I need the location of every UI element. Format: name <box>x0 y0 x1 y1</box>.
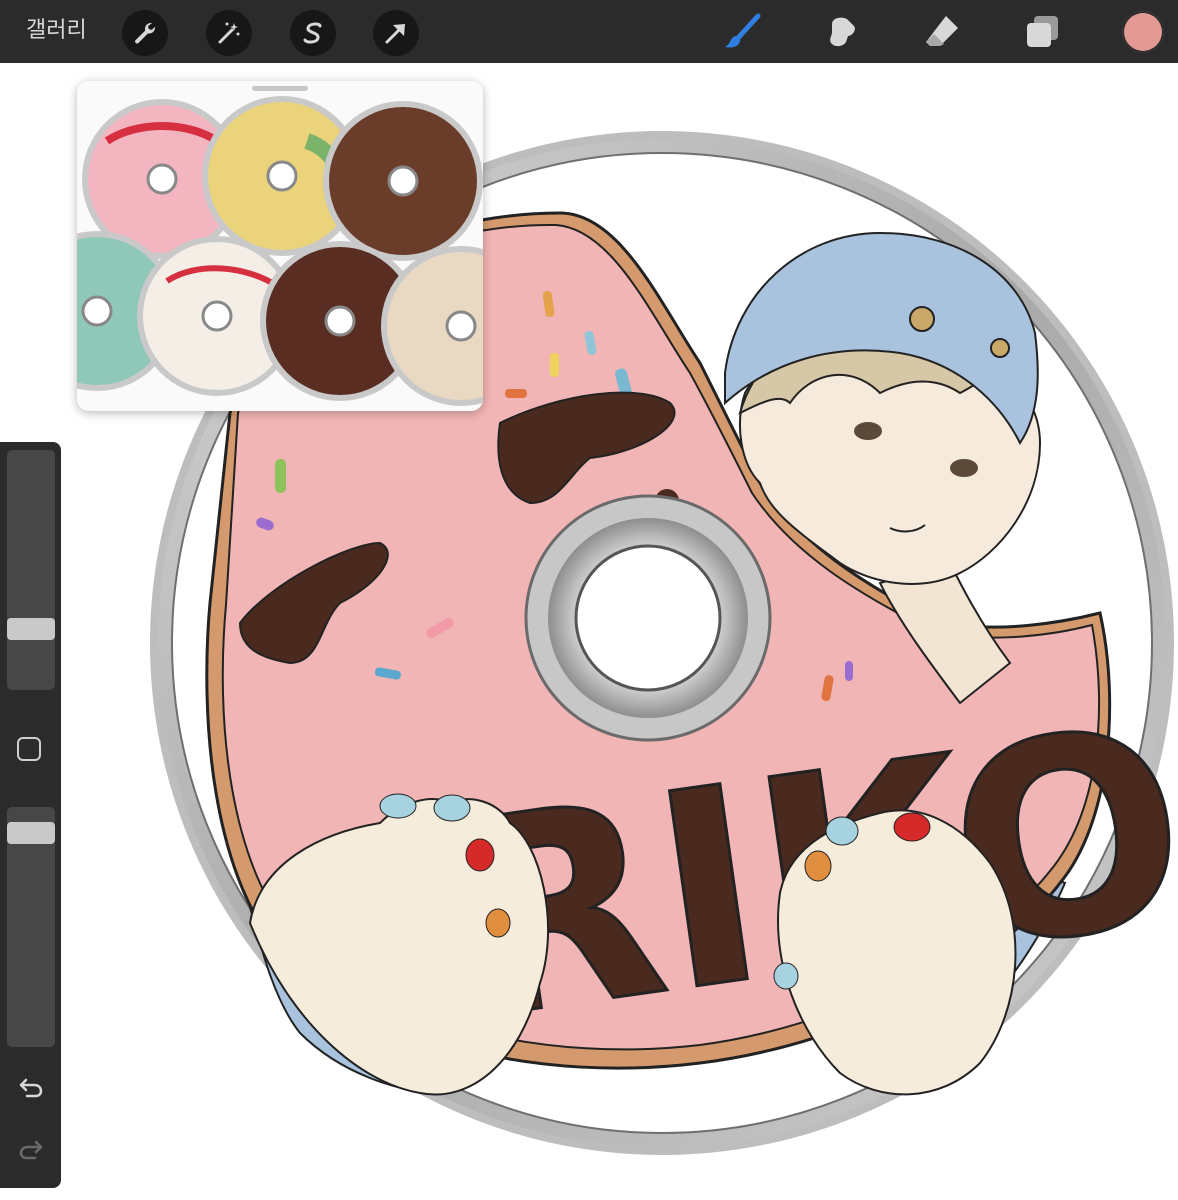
top-toolbar: 갤러리 <box>0 0 1178 63</box>
move-arrow-icon <box>385 24 405 44</box>
selection-button[interactable] <box>290 10 336 56</box>
modify-button[interactable] <box>17 737 41 761</box>
layers-icon <box>1027 16 1058 47</box>
undo-button[interactable] <box>17 1074 45 1102</box>
eraser-icon <box>926 16 958 46</box>
brush-size-knob[interactable] <box>7 618 55 640</box>
wrench-icon <box>135 22 156 44</box>
smudge-button[interactable] <box>822 12 862 52</box>
opacity-slider[interactable] <box>7 807 55 1047</box>
undo-icon <box>19 1078 43 1098</box>
eraser-button[interactable] <box>922 12 962 52</box>
adjustments-button[interactable] <box>206 10 252 56</box>
brush-icon <box>725 13 761 48</box>
reference-image <box>77 81 483 411</box>
magic-wand-icon <box>218 22 240 44</box>
layers-button[interactable] <box>1022 12 1062 52</box>
paint-brush-button[interactable] <box>722 12 762 52</box>
redo-button[interactable] <box>17 1136 45 1164</box>
left-sidebar <box>0 442 61 1188</box>
smudge-icon <box>830 17 855 47</box>
reference-window[interactable] <box>77 81 483 411</box>
actions-button[interactable] <box>122 10 168 56</box>
color-swatch[interactable] <box>1122 11 1164 53</box>
redo-icon <box>19 1140 43 1160</box>
reference-drag-handle[interactable] <box>252 86 308 91</box>
brush-size-slider[interactable] <box>7 450 55 690</box>
transform-button[interactable] <box>373 10 419 56</box>
selection-s-icon <box>303 22 322 44</box>
gallery-button[interactable]: 갤러리 <box>26 18 87 44</box>
opacity-knob[interactable] <box>7 822 55 844</box>
reference-disc <box>323 101 483 261</box>
